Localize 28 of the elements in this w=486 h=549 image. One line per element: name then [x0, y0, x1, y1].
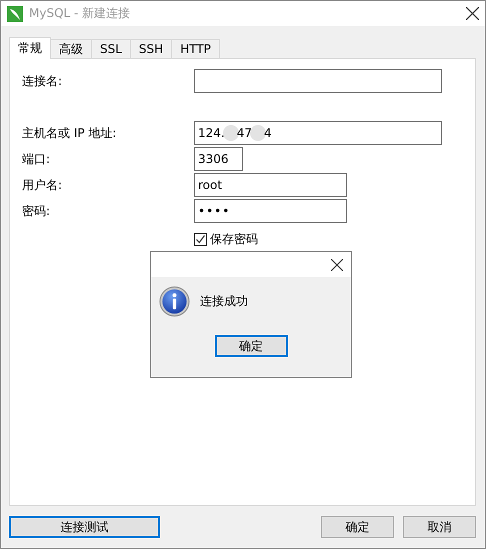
field-label: 密码:	[22, 202, 52, 220]
input-field[interactable]: 3306	[194, 147, 243, 171]
host-text: 124.	[198, 126, 225, 140]
checkbox[interactable]	[194, 233, 207, 246]
info-icon	[159, 286, 190, 317]
redaction-mark	[250, 125, 266, 141]
input-field[interactable]: ••••	[194, 199, 347, 223]
window-title: MySQL - 新建连接	[29, 5, 132, 22]
field-label: 连接名:	[22, 72, 64, 90]
cancel-button[interactable]: 取消	[403, 516, 476, 538]
input-field[interactable]: root	[194, 173, 347, 197]
redaction-mark	[222, 125, 239, 141]
tab[interactable]: HTTP	[171, 39, 220, 59]
input-field[interactable]	[194, 69, 442, 93]
close-icon[interactable]	[331, 258, 343, 270]
field-label: 主机名或 IP 地址:	[22, 124, 118, 142]
message-text: 连接成功	[200, 293, 248, 310]
host-field[interactable]: 124. 47 4	[194, 121, 442, 145]
test-connection-button[interactable]: 连接测试	[9, 516, 160, 538]
close-icon[interactable]	[466, 7, 479, 20]
dialog-ok-button[interactable]: 确定	[214, 335, 288, 357]
field-label: 端口:	[22, 150, 52, 168]
ok-button[interactable]: 确定	[321, 516, 394, 538]
host-text: 4	[264, 126, 272, 140]
checkbox-label: 保存密码	[210, 231, 258, 248]
field-label: 用户名:	[22, 176, 64, 194]
host-text: 47	[236, 126, 252, 140]
tab[interactable]: 常规	[9, 37, 51, 59]
